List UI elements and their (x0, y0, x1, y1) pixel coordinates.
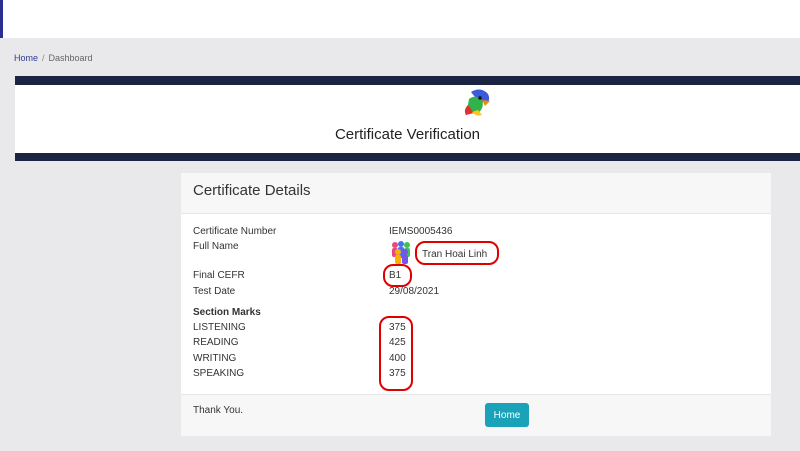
banner-bottom-bar (15, 153, 800, 161)
parrot-logo-icon (464, 89, 490, 116)
banner-top-bar (15, 76, 800, 85)
final-cefr-highlight-ring (383, 264, 412, 287)
home-button[interactable]: Home (485, 403, 529, 427)
breadcrumb-separator: / (42, 53, 45, 63)
page-title: Certificate Verification (334, 126, 481, 143)
breadcrumb-home-link[interactable]: Home (14, 53, 38, 63)
final-cefr-label: Final CEFR (193, 270, 245, 281)
verification-banner: Certificate Verification (15, 76, 800, 161)
card-title: Certificate Details (193, 182, 311, 199)
top-navbar (0, 0, 800, 38)
thank-you-text: Thank You. (193, 405, 244, 416)
avatar (392, 241, 410, 264)
listening-label: LISTENING (193, 322, 246, 333)
certificate-number-value: IEMS0005436 (389, 226, 453, 237)
certificate-details-card: Certificate Details Certificate Number I… (181, 173, 771, 436)
writing-label: WRITING (193, 353, 237, 364)
navbar-accent (0, 0, 3, 38)
full-name-label: Full Name (193, 241, 239, 252)
breadcrumb-current: Dashboard (48, 53, 93, 63)
card-header: Certificate Details (181, 173, 771, 214)
full-name-highlight-ring (415, 241, 499, 265)
reading-label: READING (193, 337, 239, 348)
section-marks-highlight-ring (379, 316, 413, 391)
test-date-value: 29/08/2021 (389, 286, 440, 297)
certificate-number-label: Certificate Number (193, 226, 277, 237)
section-marks-heading: Section Marks (193, 307, 261, 318)
speaking-label: SPEAKING (193, 368, 245, 379)
breadcrumb: Home / Dashboard (14, 53, 93, 63)
test-date-label: Test Date (193, 286, 236, 297)
card-footer: Thank You. Home (181, 394, 771, 436)
